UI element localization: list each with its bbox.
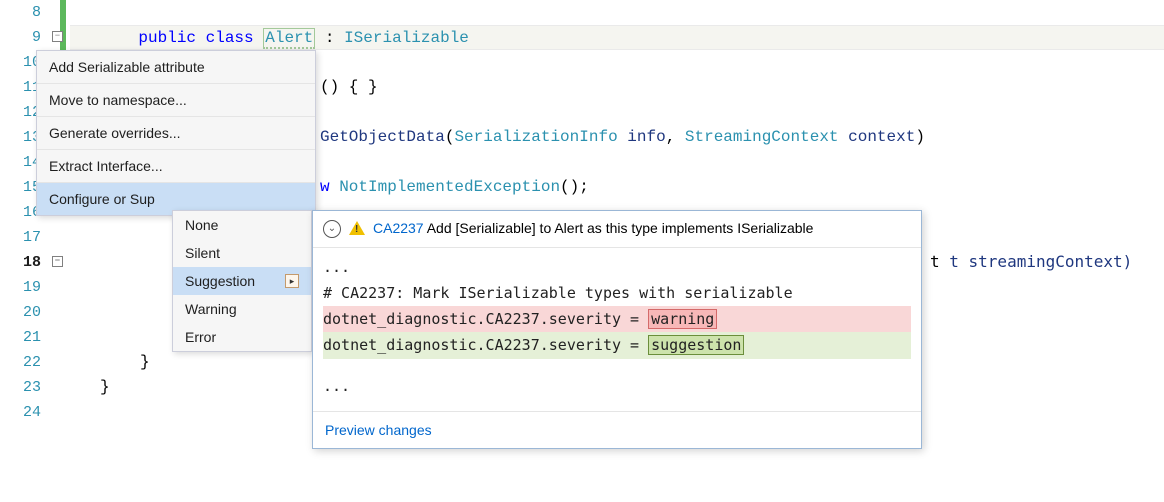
line-number: 22: [0, 350, 69, 375]
chevron-down-icon[interactable]: ⌄: [323, 220, 341, 238]
line-number: 21: [0, 325, 69, 350]
class-identifier: Alert: [263, 28, 315, 49]
code-line: [70, 0, 1164, 25]
chevron-right-icon: ▸: [285, 274, 299, 288]
severity-warning[interactable]: Warning: [173, 295, 311, 323]
code-line: public class Alert : ISerializable: [70, 25, 1164, 50]
line-number: 24: [0, 400, 69, 425]
line-number: 8: [0, 0, 69, 25]
line-number: 23: [0, 375, 69, 400]
menu-item-add-serializable[interactable]: Add Serializable attribute: [37, 51, 315, 84]
line-number: 17: [0, 225, 69, 250]
severity-error[interactable]: Error: [173, 323, 311, 351]
code-fragment: t t streamingContext): [930, 252, 1132, 271]
diff-ellipsis: ...: [323, 373, 911, 399]
preview-changes-link[interactable]: Preview changes: [313, 411, 921, 448]
preview-header: ⌄ CA2237 Add [Serializable] to Alert as …: [313, 211, 921, 248]
severity-submenu: None Silent Suggestion▸ Warning Error: [172, 210, 312, 352]
severity-none[interactable]: None: [173, 211, 311, 239]
preview-diff: ... # CA2237: Mark ISerializable types w…: [313, 248, 921, 411]
line-number: 20: [0, 300, 69, 325]
diff-removed-line: dotnet_diagnostic.CA2237.severity = warn…: [323, 306, 911, 332]
severity-suggestion[interactable]: Suggestion▸: [173, 267, 311, 295]
menu-item-move-namespace[interactable]: Move to namespace...: [37, 84, 315, 117]
diff-comment: # CA2237: Mark ISerializable types with …: [323, 280, 911, 306]
diff-added-line: dotnet_diagnostic.CA2237.severity = sugg…: [323, 332, 911, 358]
preview-title: CA2237 Add [Serializable] to Alert as th…: [373, 219, 813, 239]
menu-item-extract-interface[interactable]: Extract Interface...: [37, 150, 315, 183]
line-number: 19: [0, 275, 69, 300]
line-number: 9−: [0, 25, 69, 50]
fold-toggle[interactable]: −: [52, 256, 63, 267]
menu-item-generate-overrides[interactable]: Generate overrides...: [37, 117, 315, 150]
fix-preview-panel: ⌄ CA2237 Add [Serializable] to Alert as …: [312, 210, 922, 449]
rule-link[interactable]: CA2237: [373, 220, 424, 236]
diff-ellipsis: ...: [323, 254, 911, 280]
severity-silent[interactable]: Silent: [173, 239, 311, 267]
change-marker: [60, 0, 66, 25]
warning-icon: [349, 221, 365, 235]
fold-toggle[interactable]: −: [52, 31, 63, 42]
line-number: 18−: [0, 250, 69, 275]
quick-actions-menu: Add Serializable attribute Move to names…: [36, 50, 316, 216]
